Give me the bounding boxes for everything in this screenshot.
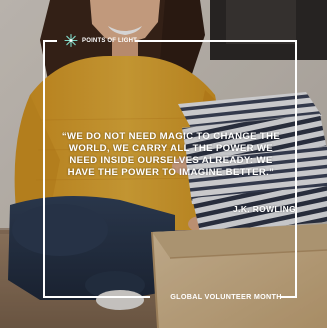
logo-label: POINTS OF LIGHT [82,37,137,44]
frame-top-right-segment [135,40,297,42]
quote-author: J.K. ROWLING [233,204,296,214]
frame-right-segment [295,40,297,298]
quote-text: “WE DO NOT NEED MAGIC TO CHANGE THE WORL… [61,131,281,178]
points-of-light-logo: POINTS OF LIGHT [63,33,137,48]
campaign-label: GLOBAL VOLUNTEER MONTH [170,292,282,301]
frame-left-segment [43,40,45,298]
quote-card: POINTS OF LIGHT “WE DO NOT NEED MAGIC TO… [0,0,327,328]
frame-top-left-segment [43,40,57,42]
star-burst-icon [64,33,78,48]
frame-bottom-left-segment [43,296,150,298]
